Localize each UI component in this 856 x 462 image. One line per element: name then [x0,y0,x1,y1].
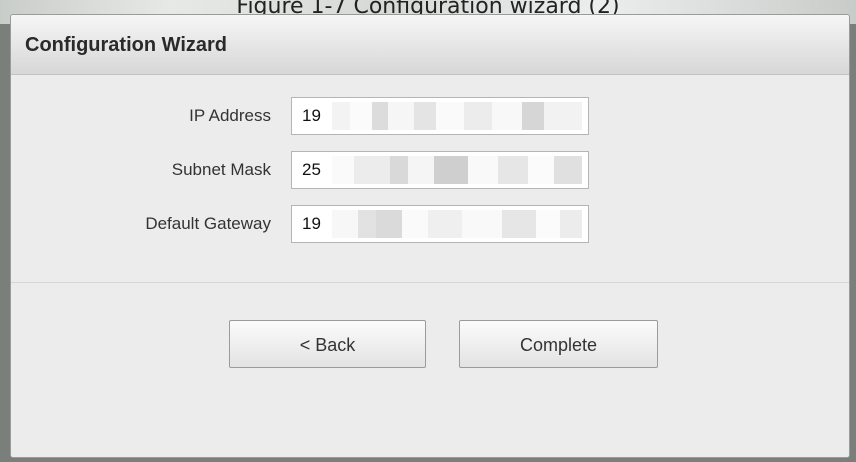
configuration-wizard-dialog: Configuration Wizard IP Address 19 Subne… [10,14,850,458]
default-gateway-row: Default Gateway 19 [11,205,849,243]
dialog-footer: < Back Complete [11,283,849,457]
default-gateway-value: 19 [302,214,321,233]
ip-address-input[interactable]: 19 [291,97,589,135]
ip-address-label: IP Address [189,106,271,125]
subnet-mask-row: Subnet Mask 25 [11,151,849,189]
pixelated-redaction [332,102,582,130]
subnet-mask-input[interactable]: 25 [291,151,589,189]
complete-button[interactable]: Complete [459,320,658,368]
default-gateway-input[interactable]: 19 [291,205,589,243]
subnet-mask-label: Subnet Mask [171,160,271,179]
ip-address-value: 19 [302,106,321,125]
back-button[interactable]: < Back [229,320,426,368]
pixelated-redaction [332,210,582,238]
ip-address-row: IP Address 19 [11,97,849,135]
dialog-title-bar: Configuration Wizard [11,15,849,75]
default-gateway-label: Default Gateway [145,214,271,233]
pixelated-redaction [332,156,582,184]
network-form: IP Address 19 Subnet Mask 25 Default Gat… [11,75,849,283]
dialog-title: Configuration Wizard [25,34,228,56]
subnet-mask-value: 25 [302,160,321,179]
